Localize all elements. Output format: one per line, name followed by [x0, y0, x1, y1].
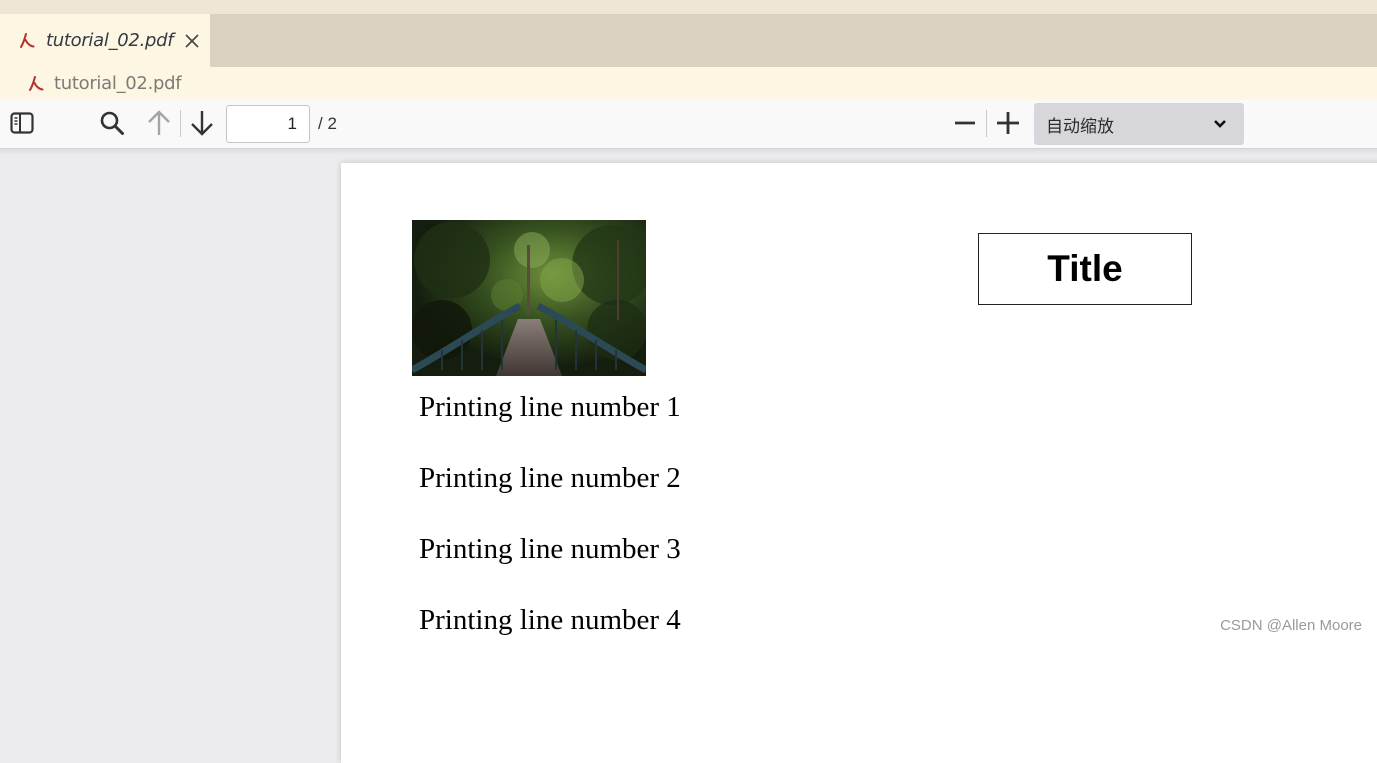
sidebar-toggle-button[interactable]	[7, 108, 37, 138]
tab-label: tutorial_02.pdf	[46, 30, 174, 51]
pdf-page: Title Printing line number 1 Printing li…	[341, 163, 1377, 763]
forest-bridge-image	[412, 220, 646, 376]
pdf-toolbar: / 2 自动缩放	[0, 100, 1377, 149]
arrow-up-icon	[148, 110, 170, 135]
toolbar-separator	[180, 110, 181, 137]
sidebar-toggle-icon	[10, 112, 34, 134]
menu-strip	[0, 0, 1377, 14]
tab-bar: tutorial_02.pdf	[0, 14, 1377, 67]
zoom-select-value: 自动缩放	[1046, 116, 1114, 137]
watermark: CSDN @Allen Moore	[1220, 617, 1362, 634]
find-button[interactable]	[97, 108, 127, 138]
minus-icon	[955, 121, 975, 125]
arrow-down-icon	[191, 111, 213, 136]
document-title: Title	[1047, 248, 1123, 289]
document-line: Printing line number 2	[419, 462, 681, 494]
next-page-button[interactable]	[187, 108, 217, 138]
zoom-in-button[interactable]	[993, 108, 1023, 138]
close-tab-icon[interactable]	[184, 33, 200, 49]
pdf-file-icon	[29, 75, 44, 91]
title-box: Title	[978, 233, 1192, 305]
pdf-file-icon	[20, 32, 35, 48]
zoom-out-button[interactable]	[950, 108, 980, 138]
document-line: Printing line number 4	[419, 604, 681, 636]
forest-bridge-photo-graphic	[412, 220, 646, 376]
document-line: Printing line number 3	[419, 533, 681, 565]
chevron-down-icon	[1214, 120, 1226, 128]
zoom-select[interactable]: 自动缩放	[1034, 103, 1244, 145]
page-count: / 2	[318, 114, 337, 133]
tab-tutorial-02-pdf[interactable]: tutorial_02.pdf	[0, 14, 210, 67]
document-line: Printing line number 1	[419, 391, 681, 423]
plus-icon	[997, 112, 1019, 134]
viewer-shadow	[0, 149, 1377, 155]
breadcrumb-item[interactable]: tutorial_02.pdf	[54, 73, 182, 94]
toolbar-separator	[986, 110, 987, 137]
previous-page-button[interactable]	[144, 108, 174, 138]
search-icon	[100, 111, 124, 135]
page-number-input[interactable]	[226, 105, 310, 143]
document-viewer[interactable]: Title Printing line number 1 Printing li…	[0, 149, 1377, 763]
breadcrumb: tutorial_02.pdf	[0, 67, 1377, 100]
